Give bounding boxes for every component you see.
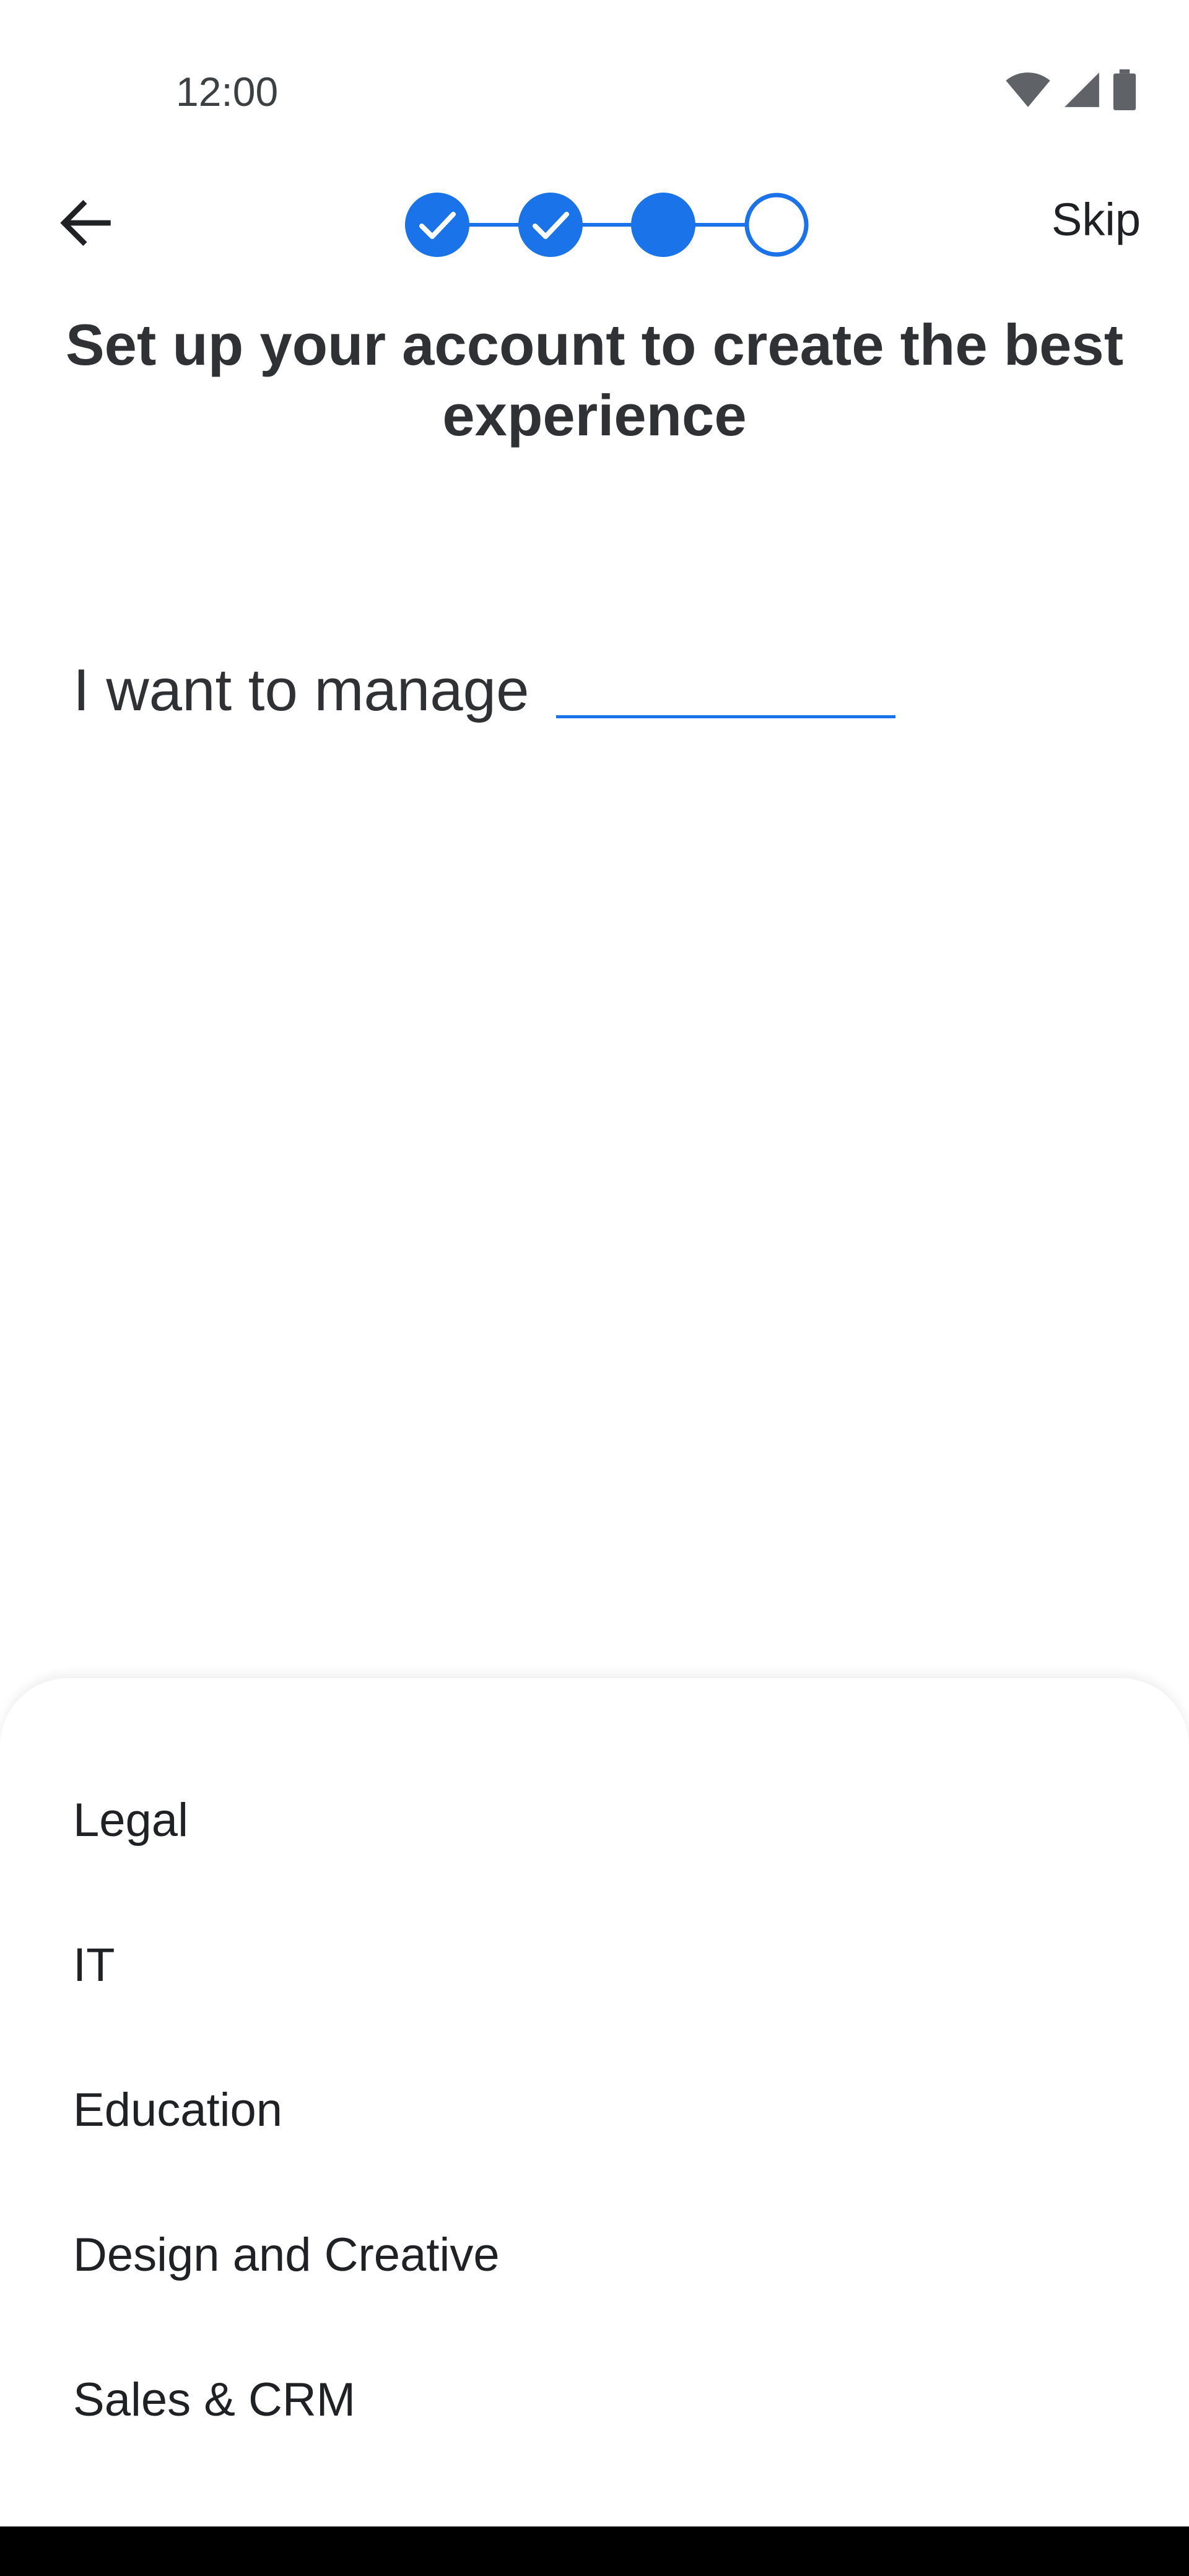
skip-button[interactable]: Skip [1052,186,1141,254]
screen: 12:00 Skip Set up your account to create… [0,0,1189,2576]
category-option-product-management[interactable]: Product Management [73,2502,523,2526]
category-option-legal[interactable]: Legal [73,1777,188,1864]
manage-prompt-row: I want to manage [73,650,896,731]
arrow-left-icon [60,199,111,246]
category-option-design-and-creative[interactable]: Design and Creative [73,2212,500,2299]
system-navigation-bar [0,2526,1189,2576]
status-icons [1004,68,1137,111]
wifi-icon [1004,71,1052,109]
status-bar: 12:00 [0,0,1189,124]
progress-stepper [404,191,810,259]
category-option-it[interactable]: IT [73,1922,115,2009]
category-bottom-sheet: Legal IT Education Design and Creative S… [0,1678,1189,2526]
status-time: 12:00 [176,69,279,115]
battery-icon [1112,69,1137,110]
step-1-completed [405,193,469,257]
back-button[interactable] [42,180,129,266]
category-option-sales-crm[interactable]: Sales & CRM [73,2357,355,2443]
category-option-education[interactable]: Education [73,2067,282,2154]
step-3-current [631,193,695,257]
manage-prompt-label: I want to manage [73,657,529,723]
step-4-pending [744,193,809,257]
cell-signal-icon [1063,71,1101,109]
step-2-completed [518,193,583,257]
manage-category-input[interactable] [556,659,896,718]
page-title: Set up your account to create the best e… [65,312,1124,448]
